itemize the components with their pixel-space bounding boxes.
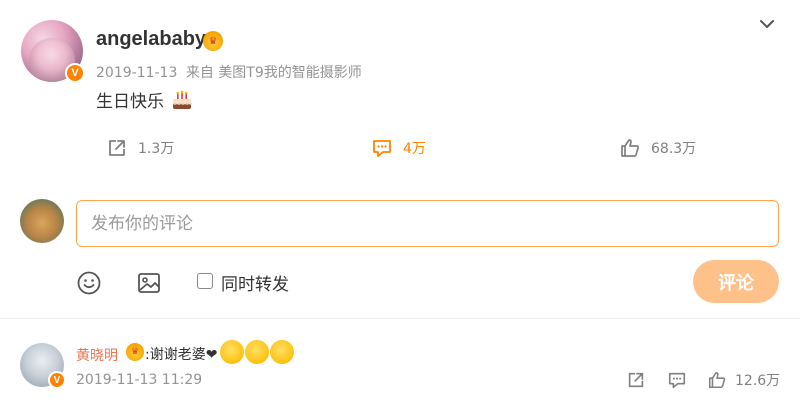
comment-author[interactable]: 黄晓明 <box>76 345 118 365</box>
post-text-content: 生日快乐 <box>96 92 164 112</box>
comment-input[interactable] <box>76 200 779 247</box>
chevron-down-icon[interactable] <box>757 14 777 34</box>
comment-time: 2019-11-13 11:29 <box>76 372 203 388</box>
comment-reply-button[interactable] <box>667 370 687 390</box>
like-count: 68.3万 <box>651 141 697 157</box>
also-repost-label[interactable]: 同时转发 <box>221 270 289 295</box>
comment-icon <box>373 140 391 157</box>
comment-button[interactable]: 4万 <box>371 137 426 159</box>
crown-icon: ♛ <box>203 31 223 51</box>
also-repost-checkbox[interactable] <box>197 273 213 289</box>
comment-like-count: 12.6万 <box>735 373 781 389</box>
commenter-verified-badge: V <box>48 371 66 389</box>
verified-badge: V <box>65 63 85 83</box>
thumbs-up-icon <box>708 371 726 389</box>
share-icon <box>109 140 125 156</box>
like-button[interactable]: 68.3万 <box>619 137 696 159</box>
current-user-avatar[interactable] <box>20 199 64 243</box>
comment-text: :谢谢老婆❤ <box>145 347 218 363</box>
comment-repost-button[interactable] <box>626 370 646 390</box>
post-text: 生日快乐 <box>96 87 193 112</box>
post-source[interactable]: 来自 美图T9我的智能摄影师 <box>186 65 362 81</box>
submit-comment-button[interactable]: 评论 <box>693 260 779 303</box>
comment-icon <box>668 372 686 389</box>
kiss-emoji-icon <box>270 340 294 364</box>
kiss-emoji-icon <box>245 340 269 364</box>
post-date[interactable]: 2019-11-13 <box>96 65 177 81</box>
post-meta: 2019-11-13 来自 美图T9我的智能摄影师 <box>96 62 362 82</box>
crown-icon: ♛ <box>126 343 144 361</box>
image-icon[interactable] <box>136 270 162 296</box>
divider <box>0 318 800 319</box>
comment-like-button[interactable]: 12.6万 <box>707 370 780 390</box>
share-icon <box>628 372 644 388</box>
repost-count: 1.3万 <box>138 141 175 157</box>
emoji-icon[interactable] <box>76 270 102 296</box>
comment-count: 4万 <box>403 141 426 157</box>
thumbs-up-icon <box>621 139 639 157</box>
repost-button[interactable]: 1.3万 <box>106 137 174 159</box>
cake-icon <box>172 90 193 109</box>
author-username[interactable]: angelababy <box>96 28 206 51</box>
kiss-emoji-icon <box>220 340 244 364</box>
